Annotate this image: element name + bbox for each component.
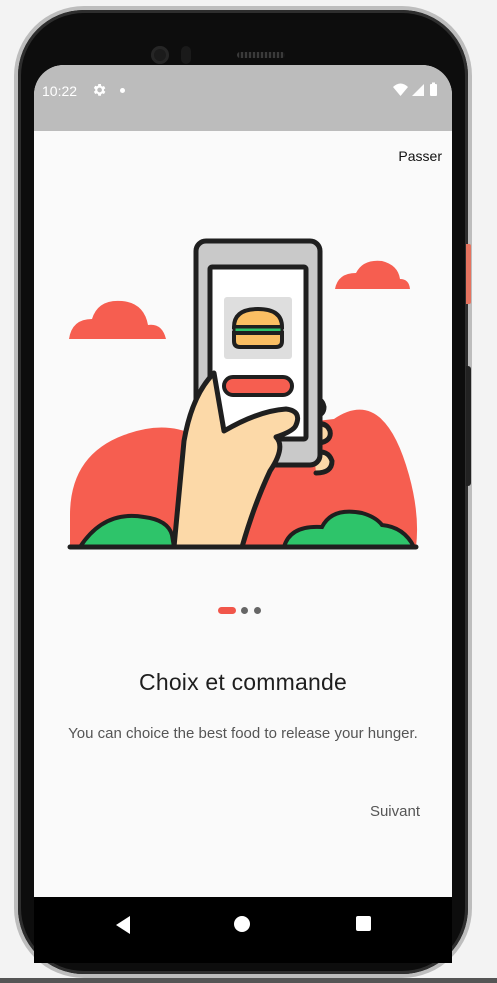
cloud-left	[69, 300, 166, 339]
burger-bun-top	[231, 306, 285, 329]
status-time: 10:22	[42, 83, 78, 99]
status-icons	[393, 82, 437, 96]
page-dot	[254, 607, 261, 614]
page-dot-active	[218, 607, 236, 614]
page-indicator	[218, 607, 268, 615]
order-button-graphic	[222, 375, 294, 397]
onboarding-title: Choix et commande	[139, 669, 347, 695]
front-camera	[151, 46, 169, 64]
page-dot	[241, 607, 248, 614]
volume-button[interactable]	[466, 366, 471, 486]
home-icon[interactable]	[234, 916, 250, 932]
front-sensor	[181, 46, 191, 64]
burger-bun-bottom	[232, 331, 284, 349]
signal-icon	[412, 84, 424, 96]
skip-button[interactable]: Passer	[398, 148, 442, 164]
earpiece-speaker	[237, 52, 285, 58]
next-button[interactable]: Suivant	[370, 803, 420, 820]
power-button[interactable]	[466, 244, 471, 304]
app-screen: 10:22 Passer Choix et commande You can c…	[34, 65, 452, 963]
notification-dot-icon	[120, 88, 125, 93]
status-bar: 10:22	[34, 65, 452, 131]
phone-in-hand-illustration	[67, 238, 419, 550]
back-icon[interactable]	[114, 915, 132, 935]
system-navigation-bar	[34, 897, 452, 963]
onboarding-description: You can choice the best food to release …	[68, 725, 418, 742]
window-bottom-edge	[0, 978, 497, 983]
cloud-right	[335, 260, 410, 289]
recents-icon[interactable]	[356, 916, 371, 931]
settings-gear-icon	[93, 84, 106, 96]
wifi-icon	[393, 83, 408, 96]
battery-icon	[430, 84, 437, 96]
